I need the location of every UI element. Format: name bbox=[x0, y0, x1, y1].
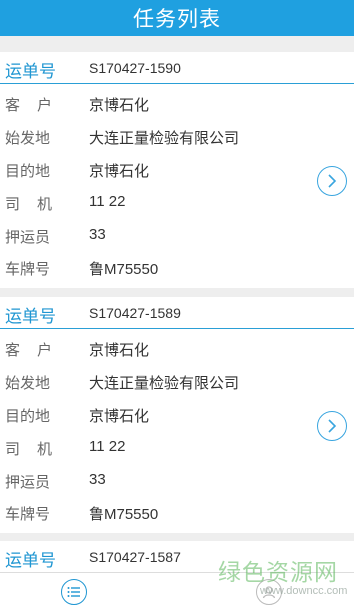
plate-value: 鲁M75550 bbox=[89, 261, 159, 278]
destination-label: 目的地 bbox=[5, 408, 51, 425]
plate-row: 车牌号 鲁M75550 bbox=[0, 503, 354, 523]
plate-value: 鲁M75550 bbox=[89, 506, 159, 523]
task-detail-button[interactable] bbox=[317, 411, 347, 441]
escort-label: 押运员 bbox=[5, 474, 51, 491]
customer-value: 京博石化 bbox=[89, 97, 150, 114]
customer-row: 客户 京博石化 bbox=[0, 339, 354, 359]
bottom-nav bbox=[0, 572, 354, 609]
plate-label: 车牌号 bbox=[5, 261, 51, 278]
origin-row: 始发地 大连正量检验有限公司 bbox=[0, 372, 354, 392]
customer-value: 京博石化 bbox=[89, 342, 150, 359]
customer-row: 客户 京博石化 bbox=[0, 94, 354, 114]
escort-row: 押运员 33 bbox=[0, 471, 354, 491]
destination-row: 目的地 京博石化 bbox=[0, 160, 354, 180]
waybill-row: 运单号 S170427-1589 bbox=[0, 297, 354, 329]
escort-value: 33 bbox=[89, 226, 106, 243]
waybill-number: S170427-1587 bbox=[89, 549, 181, 565]
waybill-label: 运单号 bbox=[5, 551, 56, 570]
plate-row: 车牌号 鲁M75550 bbox=[0, 258, 354, 278]
waybill-row: 运单号 S170427-1590 bbox=[0, 52, 354, 84]
driver-row: 司机 11 22 bbox=[0, 438, 354, 458]
waybill-label: 运单号 bbox=[5, 62, 56, 81]
origin-row: 始发地 大连正量检验有限公司 bbox=[0, 127, 354, 147]
driver-row: 司机 11 22 bbox=[0, 193, 354, 213]
driver-value: 11 22 bbox=[89, 193, 126, 210]
profile-button[interactable] bbox=[256, 579, 282, 605]
waybill-number: S170427-1589 bbox=[89, 305, 181, 321]
destination-value: 京博石化 bbox=[89, 408, 150, 425]
customer-label: 客户 bbox=[5, 342, 70, 359]
origin-label: 始发地 bbox=[5, 375, 51, 392]
driver-label: 司机 bbox=[5, 196, 70, 213]
destination-row: 目的地 京博石化 bbox=[0, 405, 354, 425]
destination-value: 京博石化 bbox=[89, 163, 150, 180]
page-title: 任务列表 bbox=[133, 8, 221, 31]
task-card[interactable]: 运单号 S170427-1587 bbox=[0, 541, 354, 573]
chevron-right-icon bbox=[328, 419, 337, 433]
user-icon bbox=[262, 586, 276, 599]
escort-row: 押运员 33 bbox=[0, 226, 354, 246]
list-icon bbox=[67, 587, 80, 597]
origin-value: 大连正量检验有限公司 bbox=[89, 375, 240, 392]
customer-label: 客户 bbox=[5, 97, 70, 114]
top-bar: 任务列表 bbox=[0, 0, 354, 36]
escort-label: 押运员 bbox=[5, 229, 51, 246]
origin-label: 始发地 bbox=[5, 130, 51, 147]
task-card[interactable]: 运单号 S170427-1589 客户 京博石化 始发地 大连正量检验有限公司 … bbox=[0, 297, 354, 533]
waybill-label: 运单号 bbox=[5, 307, 56, 326]
task-detail-button[interactable] bbox=[317, 166, 347, 196]
waybill-row: 运单号 S170427-1587 bbox=[0, 541, 354, 573]
task-card[interactable]: 运单号 S170427-1590 客户 京博石化 始发地 大连正量检验有限公司 … bbox=[0, 52, 354, 288]
origin-value: 大连正量检验有限公司 bbox=[89, 130, 240, 147]
destination-label: 目的地 bbox=[5, 163, 51, 180]
driver-label: 司机 bbox=[5, 441, 70, 458]
task-list-button[interactable] bbox=[61, 579, 87, 605]
chevron-right-icon bbox=[328, 174, 337, 188]
escort-value: 33 bbox=[89, 471, 106, 488]
waybill-number: S170427-1590 bbox=[89, 60, 181, 76]
driver-value: 11 22 bbox=[89, 438, 126, 455]
plate-label: 车牌号 bbox=[5, 506, 51, 523]
